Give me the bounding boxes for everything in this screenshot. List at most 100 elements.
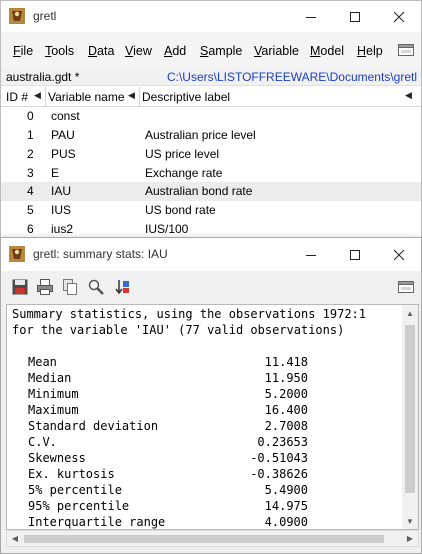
- horizontal-scroll-thumb[interactable]: [24, 535, 384, 543]
- vertical-scrollbar[interactable]: ▲ ▼: [402, 305, 418, 529]
- stat-label: 95% percentile: [28, 499, 130, 513]
- stat-label: Standard deviation: [28, 419, 159, 433]
- variable-row[interactable]: 1 PAU Australian price level: [1, 126, 421, 145]
- stat-label: Median: [28, 371, 72, 385]
- minimize-icon: [306, 16, 316, 18]
- stat-row: C.V. 0.23653: [7, 434, 407, 450]
- scroll-right-icon[interactable]: ▶: [402, 531, 418, 546]
- stat-row: Maximum 16.400: [7, 402, 407, 418]
- menu-tools[interactable]: Tools: [45, 44, 74, 58]
- save-icon[interactable]: [11, 278, 29, 296]
- horizontal-scrollbar[interactable]: ◀ ▶: [6, 530, 419, 547]
- summary-window-title: gretl: summary stats: IAU: [33, 247, 168, 261]
- summary-titlebar[interactable]: gretl: summary stats: IAU: [1, 238, 421, 271]
- stat-row: Minimum 5.2000: [7, 386, 407, 402]
- gretl-main-window: gretl File Tools Data View Add Sample Va…: [0, 0, 422, 240]
- scroll-left-icon[interactable]: ◀: [7, 531, 23, 546]
- variable-label: Exchange rate: [145, 166, 223, 180]
- menu-file[interactable]: File: [13, 44, 33, 58]
- variable-label: US price level: [145, 147, 220, 161]
- stat-value: 4.0900: [264, 515, 308, 529]
- menu-model[interactable]: Model: [310, 44, 344, 58]
- variable-id: 0: [27, 109, 34, 123]
- stat-label: Skewness: [28, 451, 86, 465]
- minimize-button[interactable]: [289, 238, 333, 271]
- variable-row[interactable]: 3 E Exchange rate: [1, 164, 421, 183]
- find-icon[interactable]: [87, 278, 105, 296]
- menu-data[interactable]: Data: [88, 44, 114, 58]
- stat-value: 16.400: [264, 403, 308, 417]
- column-header-id[interactable]: ID #: [6, 90, 28, 104]
- summary-text-area[interactable]: Summary statistics, using the observatio…: [6, 304, 419, 530]
- summary-stats-window: gretl: summary stats: IAU Summary statis…: [0, 237, 422, 554]
- summary-toolbar: [1, 271, 421, 303]
- stat-label: C.V.: [28, 435, 57, 449]
- column-header-label[interactable]: Descriptive label: [142, 90, 230, 104]
- scroll-down-icon[interactable]: ▼: [402, 513, 418, 529]
- maximize-button[interactable]: [333, 1, 377, 32]
- stat-label: Interquartile range: [28, 515, 166, 529]
- stat-value: 11.950: [264, 371, 308, 385]
- variable-label: Australian bond rate: [145, 184, 253, 198]
- maximize-icon: [350, 11, 360, 22]
- menu-sample[interactable]: Sample: [200, 44, 242, 58]
- gretl-app-icon: [9, 8, 25, 24]
- close-button[interactable]: [377, 1, 421, 32]
- sort-arrow-icon: ◀: [405, 90, 412, 100]
- summary-header-line: for the variable 'IAU' (77 valid observa…: [12, 323, 345, 337]
- stat-value: 11.418: [264, 355, 308, 369]
- stat-label: Minimum: [28, 387, 79, 401]
- minimize-button[interactable]: [289, 1, 333, 32]
- variable-list-header: ID # ◀ Variable name ◀ Descriptive label…: [1, 87, 421, 107]
- vertical-scroll-thumb[interactable]: [405, 325, 415, 493]
- variable-name: PAU: [51, 128, 75, 142]
- main-titlebar[interactable]: gretl: [1, 1, 421, 32]
- menu-help[interactable]: Help: [357, 44, 383, 58]
- stat-row: 5% percentile 5.4900: [7, 482, 407, 498]
- variable-row[interactable]: 0 const: [1, 107, 421, 126]
- stat-row: Mean 11.418: [7, 354, 407, 370]
- variable-id: 5: [27, 203, 34, 217]
- toolbar-icon[interactable]: [397, 278, 415, 296]
- menu-add[interactable]: Add: [164, 44, 186, 58]
- maximize-button[interactable]: [333, 238, 377, 271]
- variable-label: IUS/100: [145, 222, 189, 236]
- dataset-file-path[interactable]: C:\Users\LISTOFFREEWARE\Documents\gretl: [167, 70, 417, 84]
- toolbar-icon[interactable]: [397, 41, 415, 59]
- menu-view[interactable]: View: [125, 44, 152, 58]
- variable-row-selected[interactable]: 4 IAU Australian bond rate: [1, 182, 421, 201]
- variable-id: 2: [27, 147, 34, 161]
- variable-name: ius2: [51, 222, 74, 236]
- column-header-name[interactable]: Variable name: [48, 90, 125, 104]
- sort-icon[interactable]: [114, 278, 132, 296]
- print-icon[interactable]: [36, 278, 54, 296]
- stat-row: Skewness -0.51043: [7, 450, 407, 466]
- column-divider[interactable]: [139, 87, 140, 107]
- sort-arrow-icon: ◀: [128, 90, 135, 100]
- menu-variable[interactable]: Variable: [254, 44, 299, 58]
- stat-row: Interquartile range 4.0900: [7, 514, 407, 529]
- variable-id: 3: [27, 166, 34, 180]
- stat-label: Mean: [28, 355, 57, 369]
- variable-label: Australian price level: [145, 128, 256, 142]
- stat-value: -0.51043: [250, 451, 308, 465]
- stat-row: 95% percentile 14.975: [7, 498, 407, 514]
- variable-id: 6: [27, 222, 34, 236]
- minimize-icon: [306, 254, 316, 256]
- column-divider[interactable]: [45, 87, 46, 107]
- variable-name: PUS: [51, 147, 76, 161]
- close-icon: [393, 11, 405, 22]
- variable-row[interactable]: 5 IUS US bond rate: [1, 201, 421, 220]
- variable-name: IAU: [51, 184, 72, 198]
- stat-label: 5% percentile: [28, 483, 122, 497]
- variable-label: US bond rate: [145, 203, 216, 217]
- close-button[interactable]: [377, 238, 421, 271]
- variable-name: const: [51, 109, 80, 123]
- stat-value: 14.975: [264, 499, 308, 513]
- dataset-file-name: australia.gdt *: [6, 70, 80, 84]
- gretl-app-icon: [9, 246, 25, 262]
- variable-row[interactable]: 2 PUS US price level: [1, 145, 421, 164]
- copy-icon[interactable]: [61, 278, 79, 296]
- maximize-icon: [350, 249, 360, 260]
- scroll-up-icon[interactable]: ▲: [402, 305, 418, 321]
